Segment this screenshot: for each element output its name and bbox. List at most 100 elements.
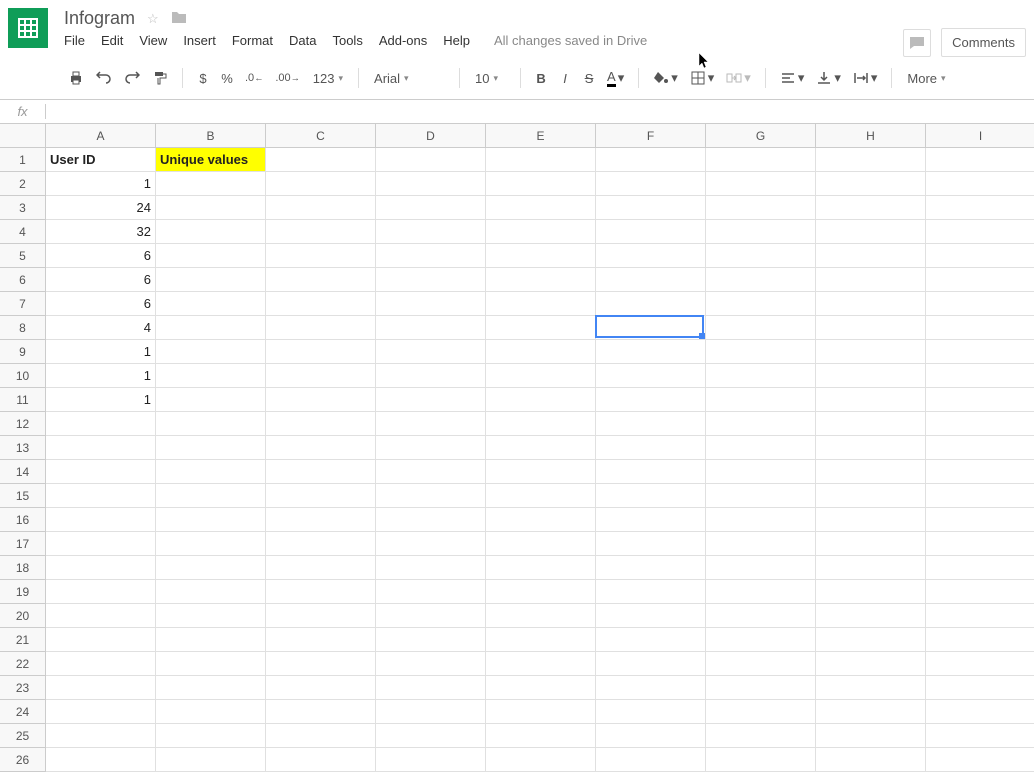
- cell-C24[interactable]: [266, 700, 376, 724]
- cell-F8[interactable]: [596, 316, 706, 340]
- bold-button[interactable]: B: [531, 65, 551, 91]
- cell-E19[interactable]: [486, 580, 596, 604]
- cell-G18[interactable]: [706, 556, 816, 580]
- cell-B6[interactable]: [156, 268, 266, 292]
- cell-F7[interactable]: [596, 292, 706, 316]
- cell-A15[interactable]: [46, 484, 156, 508]
- cell-H6[interactable]: [816, 268, 926, 292]
- cell-E3[interactable]: [486, 196, 596, 220]
- cell-F11[interactable]: [596, 388, 706, 412]
- cell-A13[interactable]: [46, 436, 156, 460]
- cell-C18[interactable]: [266, 556, 376, 580]
- cell-H18[interactable]: [816, 556, 926, 580]
- cell-D5[interactable]: [376, 244, 486, 268]
- undo-icon[interactable]: [92, 65, 116, 91]
- cell-G16[interactable]: [706, 508, 816, 532]
- cell-D24[interactable]: [376, 700, 486, 724]
- cell-B21[interactable]: [156, 628, 266, 652]
- cell-I16[interactable]: [926, 508, 1034, 532]
- cell-F24[interactable]: [596, 700, 706, 724]
- row-header-23[interactable]: 23: [0, 676, 46, 700]
- cell-G4[interactable]: [706, 220, 816, 244]
- cell-A24[interactable]: [46, 700, 156, 724]
- format-percent[interactable]: %: [217, 65, 237, 91]
- cell-E1[interactable]: [486, 148, 596, 172]
- cell-A11[interactable]: 1: [46, 388, 156, 412]
- cell-G21[interactable]: [706, 628, 816, 652]
- cell-E13[interactable]: [486, 436, 596, 460]
- borders-icon[interactable]: ▾: [686, 65, 719, 91]
- cell-H13[interactable]: [816, 436, 926, 460]
- cell-H20[interactable]: [816, 604, 926, 628]
- menu-addons[interactable]: Add-ons: [379, 33, 427, 48]
- cell-A23[interactable]: [46, 676, 156, 700]
- row-header-12[interactable]: 12: [0, 412, 46, 436]
- cell-C12[interactable]: [266, 412, 376, 436]
- cell-C11[interactable]: [266, 388, 376, 412]
- cell-D2[interactable]: [376, 172, 486, 196]
- cell-A20[interactable]: [46, 604, 156, 628]
- cell-C17[interactable]: [266, 532, 376, 556]
- cell-E23[interactable]: [486, 676, 596, 700]
- cell-I17[interactable]: [926, 532, 1034, 556]
- cell-I25[interactable]: [926, 724, 1034, 748]
- format-currency[interactable]: $: [193, 65, 213, 91]
- cell-H17[interactable]: [816, 532, 926, 556]
- vertical-align-icon[interactable]: ▾: [812, 65, 845, 91]
- cell-D7[interactable]: [376, 292, 486, 316]
- cell-E10[interactable]: [486, 364, 596, 388]
- row-header-15[interactable]: 15: [0, 484, 46, 508]
- cell-D12[interactable]: [376, 412, 486, 436]
- print-icon[interactable]: [64, 65, 88, 91]
- cell-B2[interactable]: [156, 172, 266, 196]
- cell-D22[interactable]: [376, 652, 486, 676]
- row-header-17[interactable]: 17: [0, 532, 46, 556]
- cell-F5[interactable]: [596, 244, 706, 268]
- row-header-10[interactable]: 10: [0, 364, 46, 388]
- cell-C15[interactable]: [266, 484, 376, 508]
- column-header-I[interactable]: I: [926, 124, 1034, 148]
- cell-I6[interactable]: [926, 268, 1034, 292]
- cell-I1[interactable]: [926, 148, 1034, 172]
- cell-B20[interactable]: [156, 604, 266, 628]
- cell-A2[interactable]: 1: [46, 172, 156, 196]
- cell-H14[interactable]: [816, 460, 926, 484]
- cell-E7[interactable]: [486, 292, 596, 316]
- cell-H21[interactable]: [816, 628, 926, 652]
- cell-A18[interactable]: [46, 556, 156, 580]
- merge-cells-icon[interactable]: ▾: [722, 65, 755, 91]
- cell-D17[interactable]: [376, 532, 486, 556]
- row-header-6[interactable]: 6: [0, 268, 46, 292]
- cell-D4[interactable]: [376, 220, 486, 244]
- cell-G7[interactable]: [706, 292, 816, 316]
- cell-A7[interactable]: 6: [46, 292, 156, 316]
- cell-D3[interactable]: [376, 196, 486, 220]
- cell-H24[interactable]: [816, 700, 926, 724]
- cell-B19[interactable]: [156, 580, 266, 604]
- cell-I12[interactable]: [926, 412, 1034, 436]
- text-wrap-icon[interactable]: ▾: [849, 65, 882, 91]
- cell-B17[interactable]: [156, 532, 266, 556]
- cell-D16[interactable]: [376, 508, 486, 532]
- fill-color-icon[interactable]: ▾: [649, 65, 682, 91]
- cell-D1[interactable]: [376, 148, 486, 172]
- cell-C9[interactable]: [266, 340, 376, 364]
- cell-C25[interactable]: [266, 724, 376, 748]
- column-header-C[interactable]: C: [266, 124, 376, 148]
- cell-H22[interactable]: [816, 652, 926, 676]
- cell-H2[interactable]: [816, 172, 926, 196]
- cell-H15[interactable]: [816, 484, 926, 508]
- cell-G13[interactable]: [706, 436, 816, 460]
- cell-H1[interactable]: [816, 148, 926, 172]
- row-header-2[interactable]: 2: [0, 172, 46, 196]
- cell-H25[interactable]: [816, 724, 926, 748]
- document-title[interactable]: Infogram: [64, 8, 135, 29]
- cell-I2[interactable]: [926, 172, 1034, 196]
- cell-B16[interactable]: [156, 508, 266, 532]
- row-header-24[interactable]: 24: [0, 700, 46, 724]
- cell-D6[interactable]: [376, 268, 486, 292]
- cell-A12[interactable]: [46, 412, 156, 436]
- cell-H9[interactable]: [816, 340, 926, 364]
- cell-C4[interactable]: [266, 220, 376, 244]
- row-header-5[interactable]: 5: [0, 244, 46, 268]
